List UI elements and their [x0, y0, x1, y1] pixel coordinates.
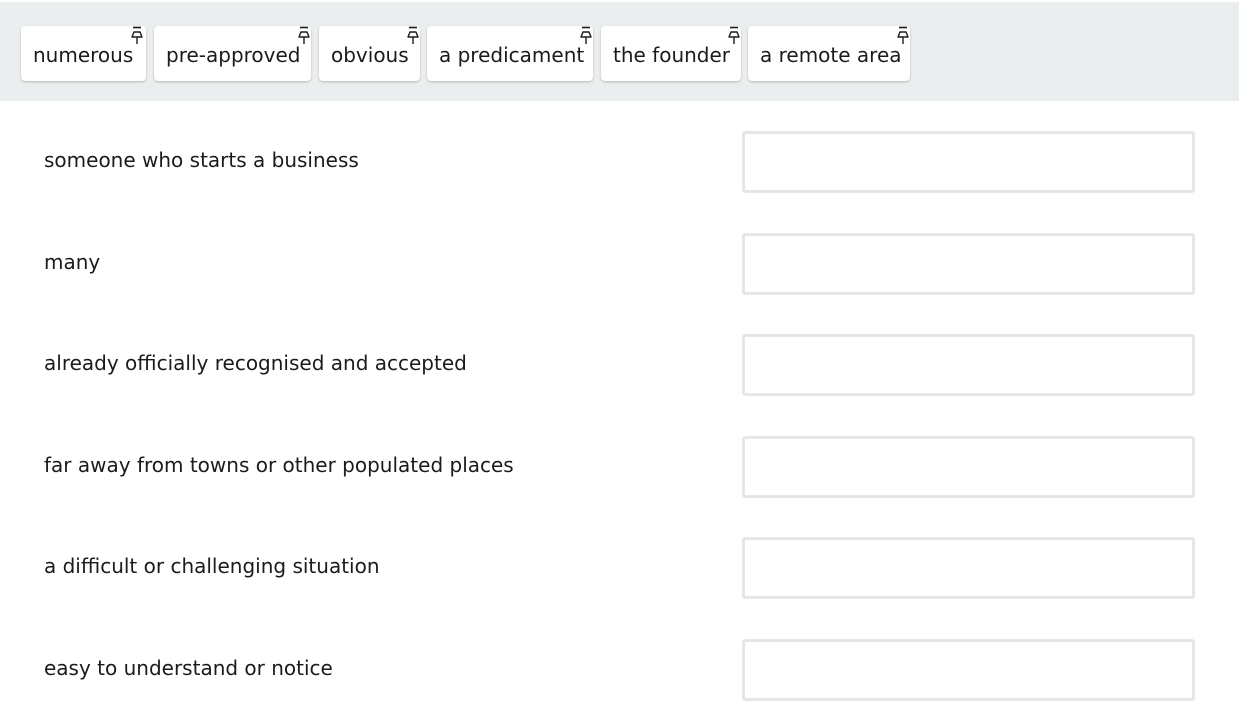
definition-text: someone who starts a business	[44, 148, 359, 172]
word-token-label: the founder	[613, 43, 731, 67]
drag-and-drop-exercise: numerous pre-approved obvious a predicam…	[0, 0, 1239, 712]
definition-text: already officially recognised and accept…	[44, 351, 467, 375]
word-token-label: a remote area	[760, 43, 902, 67]
definition-text: a difficult or challenging situation	[44, 554, 380, 578]
word-token-pre-approved[interactable]: pre-approved	[154, 26, 311, 81]
word-token-label: obvious	[331, 43, 409, 67]
pushpin-icon[interactable]	[579, 26, 593, 46]
answer-dropzone[interactable]	[742, 639, 1195, 701]
answer-dropzone[interactable]	[742, 233, 1195, 295]
answer-dropzone[interactable]	[742, 537, 1195, 599]
pushpin-icon[interactable]	[406, 26, 420, 46]
pushpin-icon[interactable]	[297, 26, 311, 46]
pushpin-icon[interactable]	[896, 26, 910, 46]
matching-row: easy to understand or notice	[0, 609, 1239, 710]
answer-dropzone[interactable]	[742, 131, 1195, 193]
pushpin-icon[interactable]	[727, 26, 741, 46]
word-token-label: pre-approved	[166, 43, 301, 67]
matching-row: a difficult or challenging situation	[0, 507, 1239, 608]
matching-row: far away from towns or other populated p…	[0, 406, 1239, 507]
definition-text: easy to understand or notice	[44, 656, 333, 680]
word-token-numerous[interactable]: numerous	[21, 26, 146, 81]
pushpin-icon[interactable]	[130, 26, 144, 46]
word-token-label: numerous	[33, 43, 134, 67]
definition-text: many	[44, 250, 101, 274]
word-token-label: a predicament	[439, 43, 585, 67]
matching-row: someone who starts a business	[0, 101, 1239, 202]
answer-dropzone[interactable]	[742, 436, 1195, 498]
definition-text: far away from towns or other populated p…	[44, 453, 514, 477]
word-token-obvious[interactable]: obvious	[319, 26, 420, 81]
word-token-the-founder[interactable]: the founder	[601, 26, 741, 81]
matching-row: already officially recognised and accept…	[0, 304, 1239, 405]
word-token-a-predicament[interactable]: a predicament	[427, 26, 593, 81]
word-token-a-remote-area[interactable]: a remote area	[748, 26, 910, 81]
matching-row: many	[0, 203, 1239, 304]
answer-dropzone[interactable]	[742, 334, 1195, 396]
word-bank: numerous pre-approved obvious a predicam…	[0, 2, 1239, 101]
